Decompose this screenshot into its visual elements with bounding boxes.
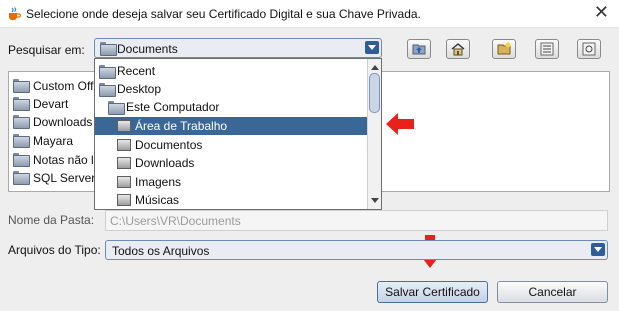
dropdown-item-recent[interactable]: Recent [95,62,367,80]
lookin-value: Documents [117,42,178,56]
chevron-down-icon[interactable] [591,243,605,256]
dropdown-item-label: Músicas [135,193,180,207]
list-item-label: Mayara [33,134,74,148]
drive-icon [117,176,131,188]
dropdown-item-este-computador[interactable]: Este Computador [95,98,367,116]
new-folder-button[interactable] [492,39,516,59]
title-bar: Selecione onde deseja salvar seu Certifi… [0,0,619,28]
folder-icon [13,153,30,167]
folder-icon [13,79,30,93]
folder-name-value: C:\Users\VR\Documents [110,214,241,228]
up-folder-button[interactable] [407,39,431,59]
dropdown-item-label: Desktop [117,82,162,96]
folder-icon [99,65,116,79]
dropdown-item-desktop[interactable]: Desktop [95,80,367,98]
dropdown-item-label: Imagens [135,175,182,189]
dropdown-item-musicas[interactable]: Músicas [95,191,367,209]
dropdown-item-label: Documentos [135,138,203,152]
folder-icon [13,171,30,185]
list-view-icon [540,42,554,56]
folder-icon [100,42,117,56]
annotation-arrow-left-icon [386,113,414,135]
home-icon [451,43,465,56]
scroll-up-icon[interactable] [371,65,379,70]
list-item-label: SQL Server [33,171,95,185]
drive-icon [117,120,131,132]
file-type-combobox[interactable]: Todos os Arquivos [105,240,608,260]
file-type-value: Todos os Arquivos [112,244,210,258]
window-title: Selecione onde deseja salvar seu Certifi… [26,7,421,21]
folder-name-label: Nome da Pasta: [8,213,95,227]
list-item-label: Downloads [33,115,93,129]
folder-icon [108,101,125,115]
java-cup-icon [9,7,22,20]
folder-icon [13,115,30,129]
home-button[interactable] [446,39,470,59]
lookin-combobox[interactable]: Documents [94,38,382,58]
details-view-icon [582,42,596,56]
dropdown-item-label: Recent [117,64,156,78]
new-folder-icon [497,42,511,55]
folder-icon [99,83,116,97]
cancel-button[interactable]: Cancelar [497,281,608,303]
folder-icon [13,97,30,111]
chevron-down-icon[interactable] [365,41,379,54]
folder-icon [13,134,30,148]
drive-icon [117,194,131,206]
list-item-label: Devart [33,97,69,111]
dropdown-item-label: Área de Trabalho [135,119,228,133]
scroll-down-icon[interactable] [371,198,379,203]
dropdown-item-label: Downloads [135,156,195,170]
dropdown-scrollbar[interactable] [367,59,381,209]
file-type-label: Arquivos do Tipo: [8,243,101,257]
close-icon[interactable]: ✕ [594,3,609,23]
save-certificate-button[interactable]: Salvar Certificado [377,281,488,303]
dropdown-item-documentos[interactable]: Documentos [95,136,367,154]
list-item-label: Custom Offi [33,79,95,93]
scroll-thumb[interactable] [369,73,380,113]
folder-name-field[interactable]: C:\Users\VR\Documents [105,210,608,231]
drive-icon [117,139,131,151]
dropdown-item-imagens[interactable]: Imagens [95,173,367,191]
drive-icon [117,157,131,169]
dropdown-item-area-de-trabalho[interactable]: Área de Trabalho [95,117,367,135]
up-folder-icon [412,44,426,55]
dropdown-item-downloads[interactable]: Downloads [95,154,367,172]
lookin-dropdown-list[interactable]: Recent Desktop Este Computador Área de T… [94,58,382,210]
list-item-label: Notas não la [33,153,95,167]
dropdown-item-label: Este Computador [126,100,220,114]
list-view-button[interactable] [535,39,559,59]
details-view-button[interactable] [577,39,601,59]
lookin-label: Pesquisar em: [8,43,85,57]
